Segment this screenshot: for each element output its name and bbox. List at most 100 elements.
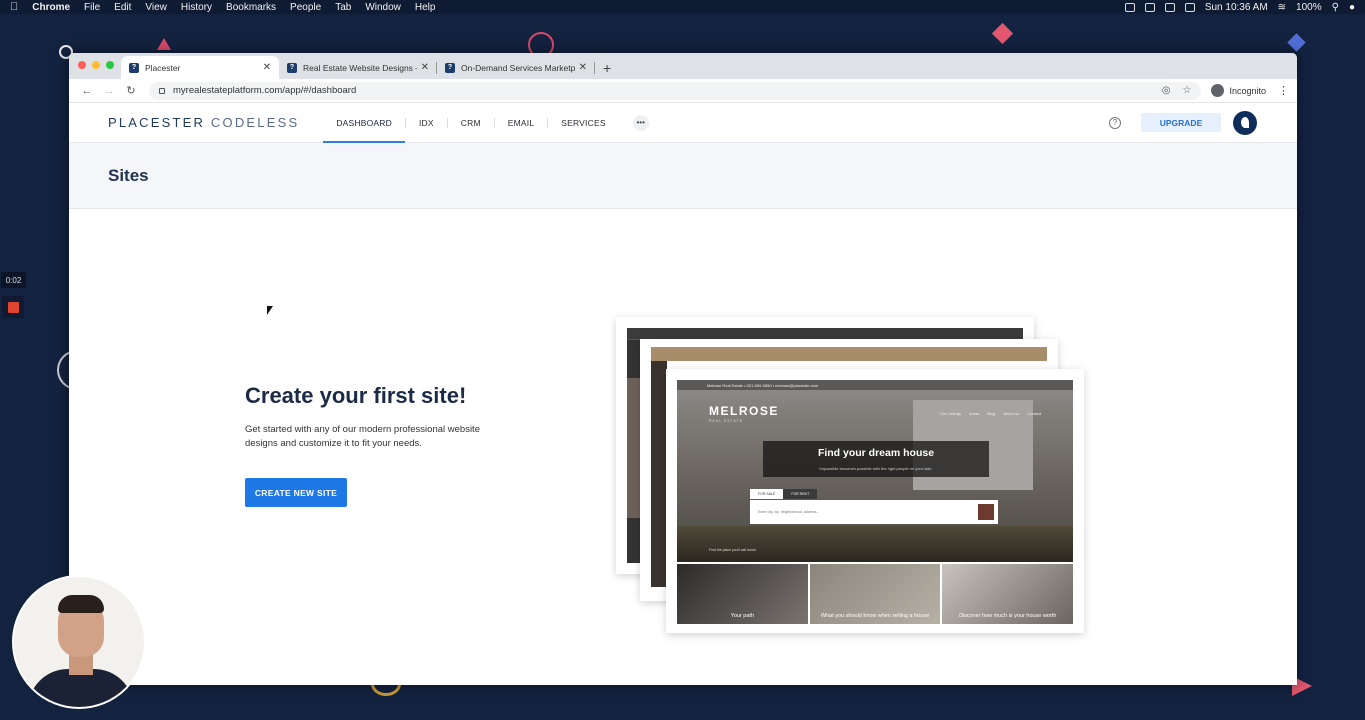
preview-menu-item: Our Listings bbox=[939, 411, 961, 416]
menu-help[interactable]: Help bbox=[415, 2, 436, 13]
apple-menu-icon[interactable]:  bbox=[10, 1, 18, 13]
spotlight-search-icon[interactable]: ⚲ bbox=[1332, 2, 1339, 13]
status-bar-icon[interactable] bbox=[1124, 2, 1135, 12]
preview-tiles: Your path What you should know when sell… bbox=[677, 564, 1074, 624]
preview-contact-bar: Melrose Real Estate • 021-599-9850 • mel… bbox=[677, 380, 1073, 390]
logo-main-text: PLACESTER bbox=[108, 115, 206, 130]
preview-search-tabs: FOR SALE FOR RENT bbox=[750, 489, 818, 499]
recording-timer: 0:02 bbox=[1, 272, 26, 288]
logo-sub-text: CODELESS bbox=[210, 115, 300, 130]
nav-idx[interactable]: IDX bbox=[406, 103, 447, 142]
back-arrow-icon[interactable]: ← bbox=[77, 85, 97, 97]
tab-title: Placester bbox=[145, 62, 181, 73]
close-window-button[interactable] bbox=[78, 61, 86, 69]
preview-menu: Our Listings Areas Blog About us Contact bbox=[940, 411, 1041, 416]
nav-crm[interactable]: CRM bbox=[448, 103, 494, 142]
browser-tab-real-estate-designs[interactable]: ? Real Estate Website Designs – ✕ bbox=[279, 56, 437, 79]
create-site-panel: Create your first site! Get started with… bbox=[245, 383, 515, 507]
menu-app-name[interactable]: Chrome bbox=[32, 2, 70, 13]
menu-tab[interactable]: Tab bbox=[335, 2, 351, 13]
menu-file[interactable]: File bbox=[84, 2, 100, 13]
reload-icon[interactable]: ↻ bbox=[121, 84, 141, 97]
status-bar-icon[interactable] bbox=[1144, 2, 1155, 12]
close-tab-icon[interactable]: ✕ bbox=[263, 62, 271, 73]
app-header: PLACESTER CODELESS DASHBOARD IDX CRM EMA… bbox=[69, 103, 1297, 143]
menu-window[interactable]: Window bbox=[365, 2, 401, 13]
nav-dashboard[interactable]: DASHBOARD bbox=[323, 103, 405, 143]
zoom-window-button[interactable] bbox=[106, 61, 114, 69]
site-preview-front: Melrose Real Estate • 021-599-9850 • mel… bbox=[666, 369, 1084, 633]
empty-state: Create your first site! Get started with… bbox=[69, 209, 1297, 684]
lock-icon[interactable] bbox=[159, 87, 165, 94]
webcam-person-shirt bbox=[28, 669, 134, 707]
minimize-window-button[interactable] bbox=[92, 61, 100, 69]
preview-search-box: Enter city, zip, neighborhood, address..… bbox=[750, 500, 998, 524]
forward-arrow-icon[interactable]: → bbox=[99, 85, 119, 97]
preview-tile: Discover how much is your house worth bbox=[942, 564, 1074, 624]
status-bar-icon[interactable] bbox=[1164, 2, 1175, 12]
nav-services[interactable]: SERVICES bbox=[548, 103, 618, 142]
new-tab-button[interactable]: + bbox=[603, 60, 611, 76]
webcam-person-hair bbox=[58, 595, 104, 613]
incognito-label: Incognito bbox=[1229, 85, 1266, 96]
preview-menu-item: Contact bbox=[1027, 411, 1041, 416]
create-new-site-button[interactable]: CREATE NEW SITE bbox=[245, 478, 347, 507]
user-avatar[interactable] bbox=[1233, 110, 1257, 135]
siri-icon[interactable]: ● bbox=[1349, 2, 1355, 13]
menu-history[interactable]: History bbox=[181, 2, 212, 13]
preview-menu-item: Areas bbox=[968, 411, 980, 416]
clock-label[interactable]: Sun 10:36 AM bbox=[1205, 2, 1268, 13]
desktop-decoration bbox=[1287, 33, 1306, 52]
browser-toolbar: ← → ↻ myrealestateplatform.com/app/#/das… bbox=[69, 79, 1297, 103]
desktop-decoration bbox=[991, 22, 1014, 45]
battery-label[interactable]: 100% bbox=[1296, 2, 1322, 13]
incognito-icon bbox=[1211, 84, 1225, 97]
preview-hero-footer: Find the place you'll call home bbox=[709, 548, 756, 552]
empty-state-description: Get started with any of our modern profe… bbox=[245, 424, 480, 449]
menu-edit[interactable]: Edit bbox=[114, 2, 131, 13]
preview-menu-item: About us bbox=[1003, 411, 1020, 416]
preview-tile: What you should know when selling a hous… bbox=[809, 564, 941, 624]
close-tab-icon[interactable]: ✕ bbox=[579, 62, 587, 73]
preview-search-icon bbox=[978, 504, 994, 520]
browser-menu-icon[interactable]: ⋮ bbox=[1278, 84, 1289, 97]
page-title: Sites bbox=[108, 165, 149, 185]
placester-logo[interactable]: PLACESTER CODELESS bbox=[108, 115, 299, 130]
preview-brand-sub: REAL ESTATE bbox=[709, 419, 744, 423]
preview-hero-foreground bbox=[677, 526, 1073, 562]
preview-menu-item: Blog bbox=[987, 411, 996, 416]
wifi-icon[interactable]: ≋ bbox=[1278, 2, 1286, 13]
main-nav: DASHBOARD IDX CRM EMAIL SERVICES ••• bbox=[323, 103, 649, 143]
status-bar-icon[interactable] bbox=[1184, 2, 1195, 12]
preview-search-tab: FOR RENT bbox=[783, 489, 818, 499]
preview-search-tab: FOR SALE bbox=[750, 489, 784, 499]
upgrade-button[interactable]: UPGRADE bbox=[1141, 113, 1221, 132]
more-menu-button[interactable]: ••• bbox=[632, 114, 649, 131]
close-tab-icon[interactable]: ✕ bbox=[421, 62, 429, 73]
help-icon[interactable]: ? bbox=[1109, 116, 1121, 129]
preview-hero: Melrose Real Estate • 021-599-9850 • mel… bbox=[677, 380, 1073, 562]
tab-strip: ? Placester ✕ ? Real Estate Website Desi… bbox=[69, 53, 1297, 79]
menu-bookmarks[interactable]: Bookmarks bbox=[226, 2, 276, 13]
placester-favicon-icon: ? bbox=[129, 62, 139, 73]
nav-email[interactable]: EMAIL bbox=[495, 103, 548, 142]
menu-people[interactable]: People bbox=[290, 2, 321, 13]
mac-menu-bar:  Chrome File Edit View History Bookmark… bbox=[0, 0, 1365, 14]
tracking-blocked-icon[interactable]: ◎ bbox=[1162, 85, 1171, 96]
preview-hero-title: Find your dream house bbox=[817, 447, 935, 459]
bookmark-star-icon[interactable]: ☆ bbox=[1183, 85, 1192, 96]
url-text[interactable]: myrealestateplatform.com/app/#/dashboard bbox=[173, 85, 356, 96]
placester-favicon-icon: ? bbox=[445, 62, 455, 73]
preview-search-placeholder: Enter city, zip, neighborhood, address..… bbox=[758, 510, 820, 514]
incognito-profile-button[interactable]: Incognito bbox=[1211, 84, 1266, 97]
desktop-decoration bbox=[157, 38, 171, 50]
browser-tab-placester[interactable]: ? Placester ✕ bbox=[121, 56, 279, 79]
address-bar[interactable]: myrealestateplatform.com/app/#/dashboard… bbox=[149, 81, 1202, 100]
preview-hero-subtitle: Impossible becomes possible with the rig… bbox=[819, 466, 933, 471]
stop-recording-button[interactable] bbox=[2, 296, 24, 318]
tab-title: Real Estate Website Designs – bbox=[303, 62, 417, 73]
preview-tile: Your path bbox=[677, 564, 808, 624]
preview-brand: MELROSE bbox=[709, 404, 779, 418]
browser-tab-on-demand-services[interactable]: ? On-Demand Services Marketpl ✕ bbox=[437, 56, 595, 79]
menu-view[interactable]: View bbox=[145, 2, 167, 13]
